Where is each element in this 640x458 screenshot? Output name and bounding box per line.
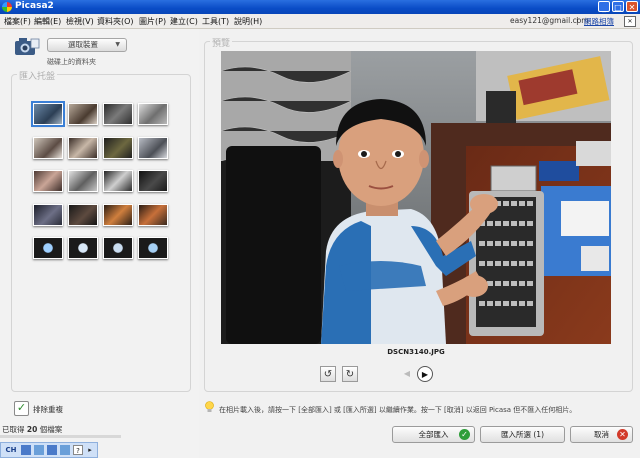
checkmark-icon: ✓ <box>459 429 470 440</box>
language-indicator[interactable]: CH <box>4 445 18 455</box>
cancel-button[interactable]: 取消 ✕ <box>570 426 633 443</box>
picasa-app-icon <box>2 2 12 12</box>
pad-icon[interactable] <box>60 445 70 455</box>
next-photo-button[interactable]: ▶ <box>417 366 433 382</box>
progress-bar <box>0 435 121 438</box>
exclude-duplicates-checkbox[interactable]: ✓ <box>14 401 29 416</box>
thumbnail[interactable] <box>68 204 98 226</box>
thumbnail[interactable] <box>68 237 98 259</box>
settings-icon[interactable] <box>47 445 57 455</box>
menu-bar: 檔案(F) 編輯(E) 檢視(V) 資料夾(O) 圖片(P) 建立(C) 工具(… <box>0 14 640 29</box>
rotate-left-button[interactable]: ↺ <box>320 366 336 382</box>
source-caption: 磁碟上的資料夾 <box>47 58 96 66</box>
select-device-label: 選取裝置 <box>68 40 98 49</box>
thumbnail-selected[interactable] <box>31 101 65 127</box>
menu-view[interactable]: 檢視(V) <box>66 16 94 27</box>
thumbnail[interactable] <box>68 103 98 125</box>
web-albums-link[interactable]: 網路相簿 <box>584 16 614 27</box>
maximize-button[interactable]: □ <box>612 1 624 12</box>
file-count-prefix: 已取得 <box>2 425 25 434</box>
menu-folder[interactable]: 資料夾(O) <box>97 16 134 27</box>
help-icon[interactable]: ? <box>73 445 83 455</box>
previous-photo-button[interactable]: ◀ <box>399 366 415 382</box>
thumbnail[interactable] <box>138 237 168 259</box>
exclude-duplicates-label: 排除重複 <box>33 405 63 414</box>
close-button[interactable]: ✕ <box>626 1 638 12</box>
menu-edit[interactable]: 編輯(E) <box>34 16 61 27</box>
thumbnail[interactable] <box>138 137 168 159</box>
import-all-label: 全部匯入 <box>418 430 449 439</box>
file-count-value: 20 <box>26 425 38 434</box>
thumbnail[interactable] <box>138 103 168 125</box>
preview-label: 預覽 <box>210 36 233 49</box>
lightbulb-icon <box>205 401 214 412</box>
import-close-icon[interactable]: ✕ <box>624 16 636 27</box>
thumbnail[interactable] <box>68 170 98 192</box>
expand-icon[interactable]: ▸ <box>86 445 94 455</box>
thumbnail[interactable] <box>103 137 133 159</box>
window-title: Picasa2 <box>15 1 54 11</box>
thumbnail[interactable] <box>33 137 63 159</box>
cancel-x-icon: ✕ <box>617 429 628 440</box>
preview-photo <box>221 51 611 344</box>
import-selected-button[interactable]: 匯入所選 (1) <box>480 426 565 443</box>
import-all-button[interactable]: 全部匯入 ✓ <box>392 426 475 443</box>
info-message: 在相片載入後，請按一下 [全部匯入] 或 [匯入所選] 以繼續作業。按一下 [取… <box>219 406 577 414</box>
file-count-text: 已取得 20 個檔案 <box>2 424 62 435</box>
thumbnail[interactable] <box>138 204 168 226</box>
chevron-down-icon: ▼ <box>115 41 120 48</box>
cancel-label: 取消 <box>594 430 609 439</box>
thumbnail[interactable] <box>103 170 133 192</box>
menu-create[interactable]: 建立(C) <box>170 16 198 27</box>
camera-icon <box>15 38 40 55</box>
minimize-button[interactable]: _ <box>598 1 610 12</box>
language-bar: CH ? ▸ <box>0 442 98 458</box>
thumbnail[interactable] <box>33 237 63 259</box>
file-count-suffix: 個檔案 <box>39 425 63 434</box>
thumbnail[interactable] <box>138 170 168 192</box>
menu-picture[interactable]: 圖片(P) <box>139 16 166 27</box>
import-selected-label: 匯入所選 (1) <box>500 430 544 439</box>
rotate-right-button[interactable]: ↻ <box>342 366 358 382</box>
ime-icon[interactable] <box>21 445 31 455</box>
title-bar: Picasa2 _ □ ✕ <box>0 0 640 14</box>
account-separator: | <box>576 16 579 25</box>
keyboard-icon[interactable] <box>34 445 44 455</box>
menu-file[interactable]: 檔案(F) <box>4 16 31 27</box>
thumbnail[interactable] <box>103 103 133 125</box>
thumbnail[interactable] <box>33 204 63 226</box>
thumbnail[interactable] <box>33 170 63 192</box>
menu-tools[interactable]: 工具(T) <box>202 16 229 27</box>
thumbnail[interactable] <box>103 237 133 259</box>
thumbnail[interactable] <box>68 137 98 159</box>
select-device-dropdown[interactable]: 選取裝置 ▼ <box>47 38 127 52</box>
preview-filename: DSCN3140.JPG <box>387 348 445 356</box>
import-tray-label: 匯入托盤 <box>17 69 58 82</box>
menu-help[interactable]: 說明(H) <box>234 16 262 27</box>
thumbnail[interactable] <box>103 204 133 226</box>
